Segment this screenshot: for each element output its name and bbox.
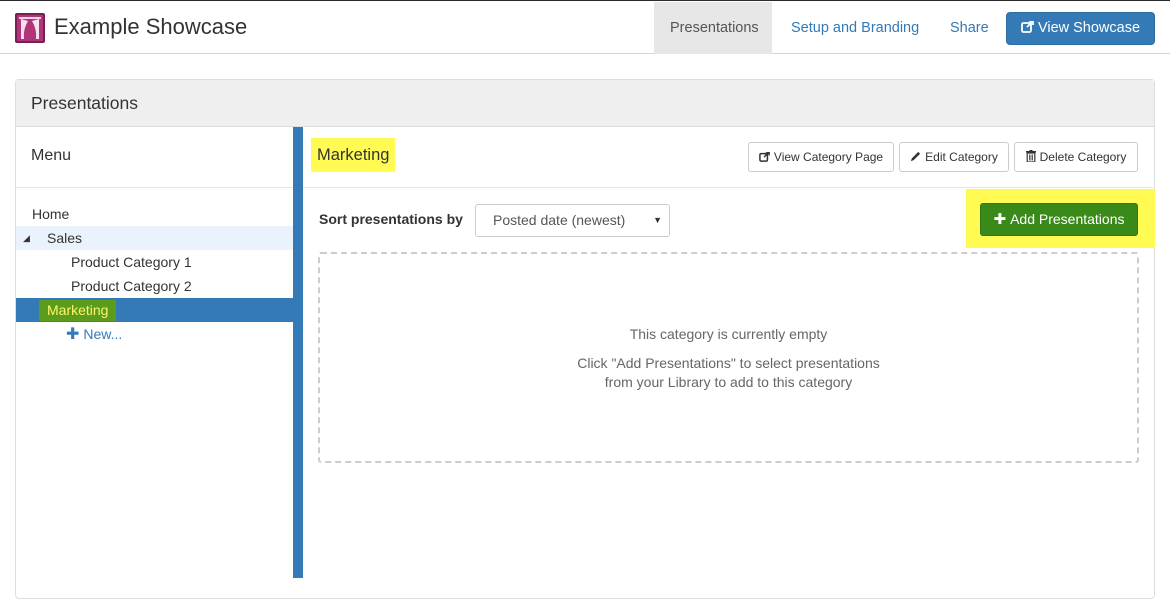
tree-item-new[interactable]: ✚ New...	[16, 322, 294, 346]
empty-state-dropzone: This category is currently empty Click "…	[318, 252, 1139, 463]
tree-item-label: Home	[32, 206, 70, 222]
view-category-page-label: View Category Page	[773, 150, 884, 164]
empty-state-line-1: Click "Add Presentations" to select pres…	[577, 355, 880, 371]
add-presentations-label: Add Presentations	[1010, 211, 1125, 227]
tree-item-home[interactable]: Home	[16, 202, 294, 226]
empty-state-line-2: from your Library to add to this categor…	[604, 374, 853, 390]
sort-label: Sort presentations by	[319, 211, 463, 227]
add-presentations-button[interactable]: ✚ Add Presentations	[980, 203, 1138, 236]
edit-category-button[interactable]: Edit Category	[899, 142, 1009, 172]
edit-category-label: Edit Category	[925, 150, 998, 164]
empty-state-title: This category is currently empty	[629, 326, 828, 342]
delete-category-label: Delete Category	[1039, 150, 1127, 164]
tree-item-label: Product Category 2	[71, 278, 192, 294]
tree-item-label: Product Category 1	[71, 254, 192, 270]
plus-icon: ✚	[993, 211, 1007, 228]
plus-icon: ✚	[66, 326, 80, 343]
tree-item-label: Sales	[47, 230, 83, 246]
external-link-icon	[1021, 13, 1034, 44]
view-category-page-button[interactable]: View Category Page	[748, 142, 894, 172]
external-link-icon	[759, 143, 770, 171]
tree-item-product-category-2[interactable]: Product Category 2	[16, 274, 294, 298]
app-title[interactable]: Example Showcase	[54, 14, 247, 40]
triangle-down-icon[interactable]: ◢	[23, 226, 30, 250]
view-showcase-label: View Showcase	[1037, 20, 1141, 36]
sort-select-value: Posted date (newest)	[493, 212, 626, 228]
empty-state-description: Click "Add Presentations" to select pres…	[320, 354, 1137, 392]
theater-curtain-icon[interactable]	[15, 13, 45, 43]
tree-item-marketing[interactable]: Marketing	[16, 298, 294, 322]
sidebar-divider[interactable]	[293, 127, 303, 578]
tree-item-product-category-1[interactable]: Product Category 1	[16, 250, 294, 274]
sort-select[interactable]: Posted date (newest) ▼	[475, 204, 670, 237]
nav-setup-branding[interactable]: Setup and Branding	[775, 2, 935, 54]
tree-item-label: Marketing	[39, 300, 117, 321]
view-showcase-button[interactable]: View Showcase	[1006, 12, 1155, 45]
header-divider	[303, 187, 1155, 188]
category-title: Marketing	[311, 138, 396, 172]
trash-icon	[1025, 143, 1036, 171]
nav-share[interactable]: Share	[934, 2, 1005, 54]
delete-category-button[interactable]: Delete Category	[1014, 142, 1138, 172]
nav-presentations[interactable]: Presentations	[654, 2, 772, 54]
new-category-link[interactable]: New...	[83, 326, 122, 342]
pencil-icon	[910, 143, 921, 171]
tree-item-sales[interactable]: ◢ Sales	[16, 226, 294, 250]
chevron-down-icon: ▼	[653, 215, 662, 225]
sidebar: Menu Home ◢ Sales Product Category 1 Pro…	[16, 127, 294, 607]
menu-heading: Menu	[16, 127, 294, 188]
panel-title: Presentations	[16, 80, 1154, 127]
top-navbar: Example Showcase Presentations Setup and…	[0, 0, 1170, 54]
